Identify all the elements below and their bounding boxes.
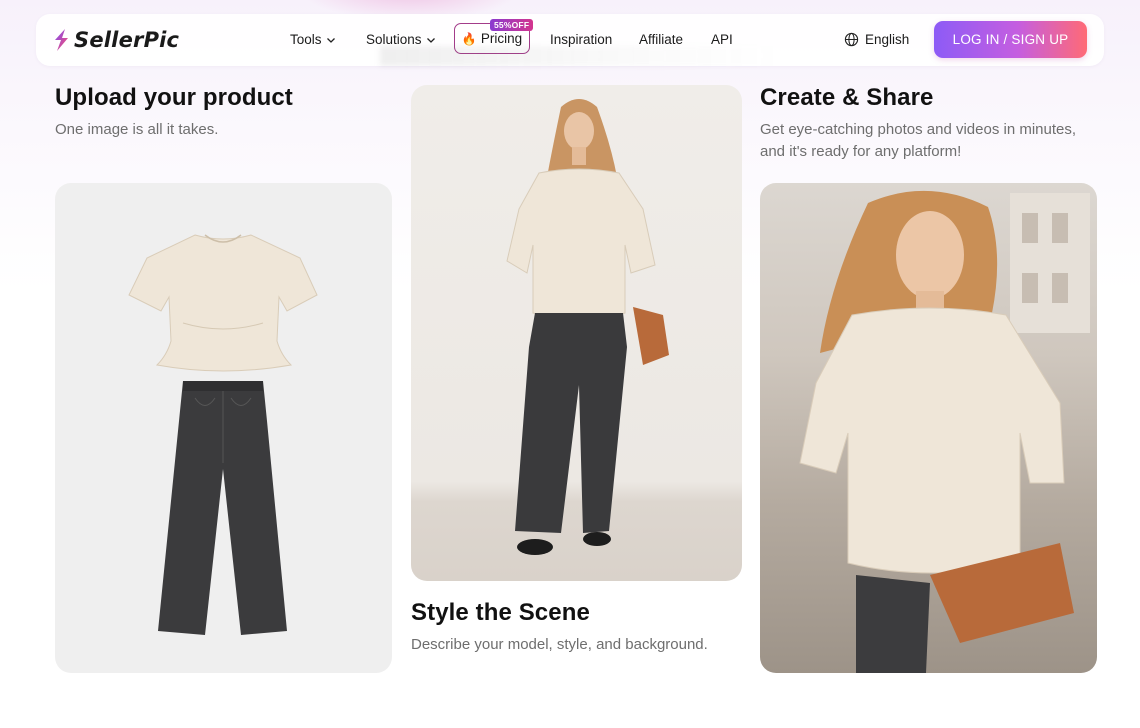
blouse-shape bbox=[128, 234, 318, 372]
discount-badge: 55%OFF bbox=[490, 19, 534, 31]
lifestyle-photo-card bbox=[760, 183, 1097, 673]
nav-inspiration[interactable]: Inspiration bbox=[550, 32, 612, 47]
product-image-card bbox=[55, 183, 392, 673]
nav-solutions-label: Solutions bbox=[366, 32, 422, 47]
globe-icon bbox=[844, 32, 859, 47]
upload-step-title: Upload your product bbox=[55, 84, 293, 111]
upload-step-description: One image is all it takes. bbox=[55, 121, 219, 138]
nav-solutions[interactable]: Solutions bbox=[366, 32, 436, 47]
style-step-description: Describe your model, style, and backgrou… bbox=[411, 636, 708, 653]
share-step-title: Create & Share bbox=[760, 84, 934, 111]
brand-name: SellerPic bbox=[74, 28, 180, 52]
nav-affiliate[interactable]: Affiliate bbox=[639, 32, 683, 47]
chevron-down-icon bbox=[326, 37, 335, 43]
chevron-down-icon bbox=[426, 37, 435, 43]
nav-api[interactable]: API bbox=[711, 32, 733, 47]
login-signup-button[interactable]: LOG IN / SIGN UP bbox=[934, 21, 1087, 58]
lifestyle-photo-image bbox=[799, 190, 1090, 673]
brand-logo[interactable]: SellerPic bbox=[52, 26, 179, 54]
language-selector[interactable]: English bbox=[844, 32, 909, 47]
styled-model-image bbox=[506, 99, 669, 555]
style-step-title: Style the Scene bbox=[411, 599, 590, 626]
product-flatlay-image bbox=[128, 234, 318, 635]
nav-pricing-label: Pricing bbox=[480, 31, 523, 46]
nav-tools[interactable]: Tools bbox=[290, 32, 336, 47]
share-step-description: Get eye-catching photos and videos in mi… bbox=[760, 121, 1077, 160]
fire-icon: 🔥 bbox=[461, 31, 477, 46]
decorative-blur bbox=[380, 46, 780, 66]
styled-model-card bbox=[411, 85, 742, 581]
nav-tools-label: Tools bbox=[290, 32, 322, 47]
language-label: English bbox=[865, 32, 910, 47]
logo-icon bbox=[55, 29, 68, 51]
